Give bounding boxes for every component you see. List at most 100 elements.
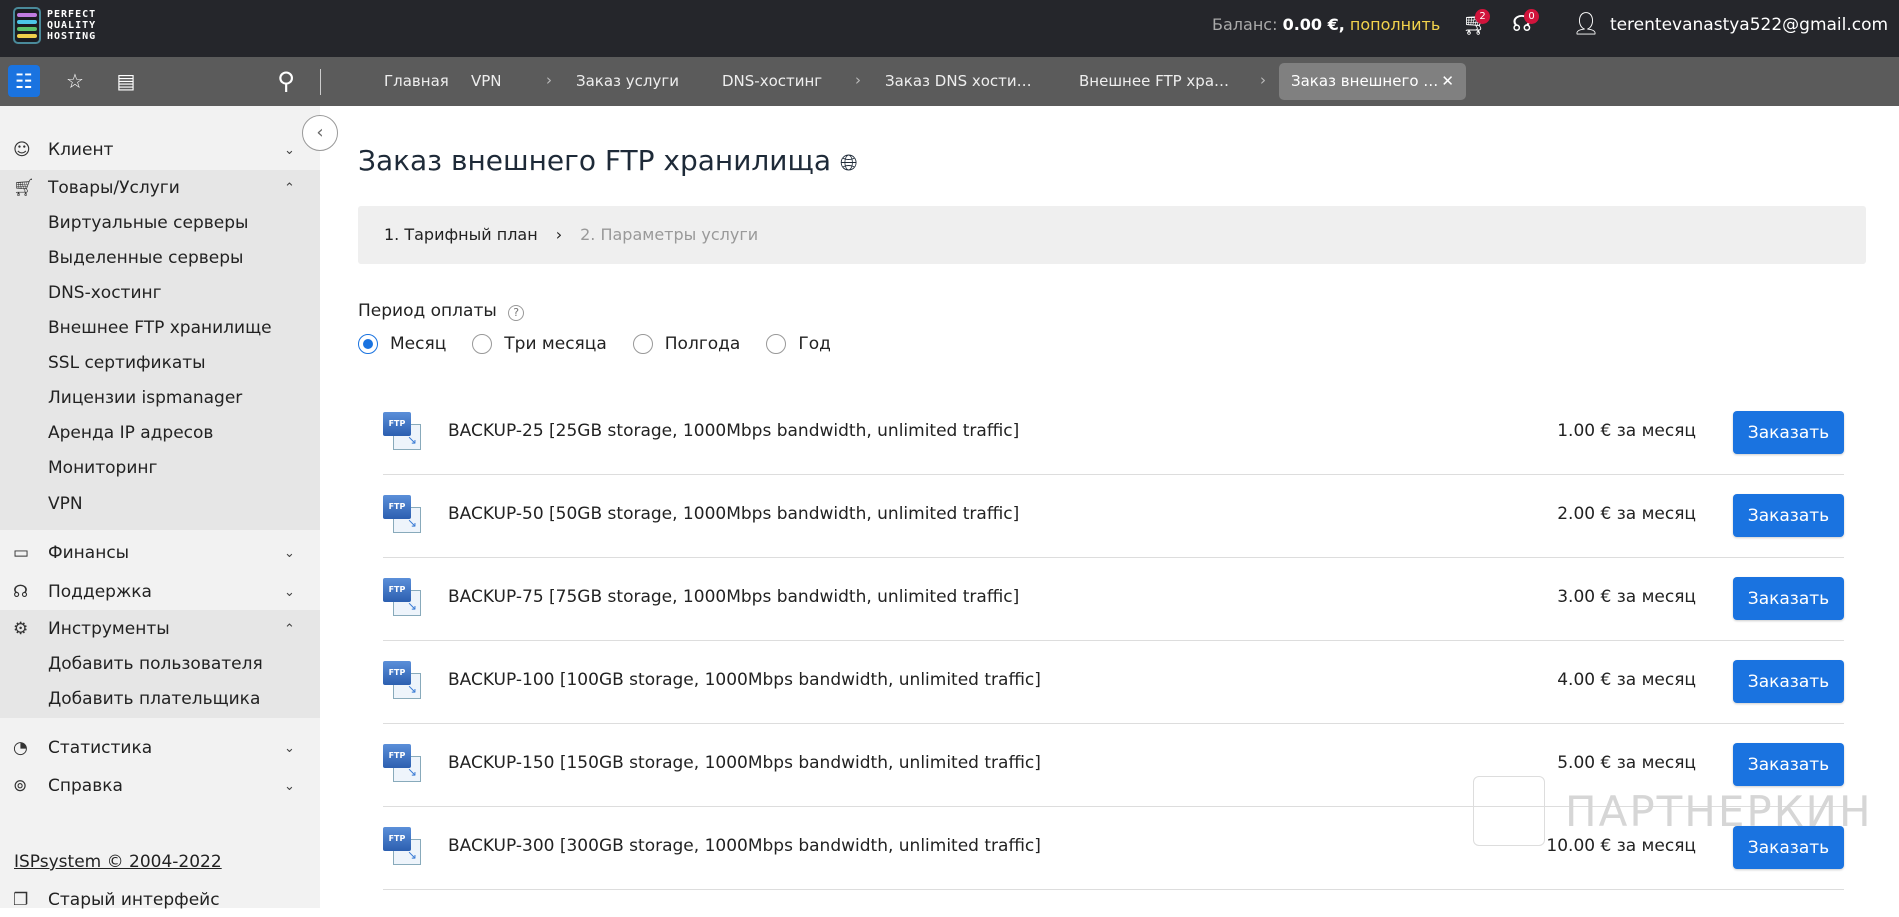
user-menu[interactable]: 👤︎terentevanastya522@gmail.com⌄ [1572,12,1899,37]
sidebar-subitem[interactable]: Лицензии ispmanager [0,381,320,415]
chevron-right-icon: › [546,71,552,89]
ftp-icon: ↘ FTP [383,827,421,865]
plan-row: ↘ FTP BACKUP-25 [25GB storage, 1000Mbps b… [383,392,1844,475]
ftp-icon: ↘ FTP [383,744,421,782]
wizard-steps: 1. Тарифный план › 2. Параметры услуги [358,206,1866,264]
topup-link[interactable]: пополнить [1350,15,1440,34]
toolbar: ☷ ☆ ▤ ⚲ Главная VPN › Заказ услуги DNS-х… [0,57,1899,106]
order-button[interactable]: Заказать [1733,743,1844,786]
chevron-down-icon: ⌄ [284,545,295,561]
chevron-down-icon: ⌄ [284,740,295,756]
ftp-icon: ↘ FTP [383,578,421,616]
page-title: Заказ внешнего FTP хранилища 🌐︎ [358,144,858,177]
logo-text: PERFECT QUALITY HOSTING [47,9,97,42]
logo-icon [13,7,41,44]
old-interface-link[interactable]: ❐ Старый интерфейс [0,883,320,917]
clipboard-icon[interactable]: ▤ [110,65,142,97]
radio-year[interactable]: Год [766,334,831,354]
plan-price: 10.00 € за месяц [1546,836,1696,856]
sidebar-subitem[interactable]: Внешнее FTP хранилище [0,311,320,345]
chevron-down-icon: ⌄ [284,584,295,600]
chevron-right-icon: › [555,225,563,244]
plan-name: BACKUP-50 [50GB storage, 1000Mbps bandwi… [448,504,1020,524]
plan-row: ↘ FTP BACKUP-100 [100GB storage, 1000Mbps… [383,641,1844,724]
order-button[interactable]: Заказать [1733,411,1844,454]
ftp-icon: ↘ FTP [383,661,421,699]
step-1: 1. Тарифный план [384,225,538,244]
headset-icon: ☊ [13,582,29,602]
windows-icon: ❐ [13,890,29,910]
star-icon[interactable]: ☆ [59,65,91,97]
sidebar-subitem[interactable]: Аренда IP адресов [0,416,320,450]
plan-row: ↘ FTP BACKUP-300 [300GB storage, 1000Mbps… [383,807,1844,890]
order-button[interactable]: Заказать [1733,826,1844,869]
sidebar-item-stats[interactable]: ◔ Статистика ⌄ [0,731,320,765]
radio-three-months[interactable]: Три месяца [472,334,607,354]
plan-price: 4.00 € за месяц [1557,670,1696,690]
ftp-icon: ↘ FTP [383,495,421,533]
sidebar-item-finance[interactable]: ▭ Финансы ⌄ [0,536,320,570]
radio-half-year[interactable]: Полгода [632,334,740,354]
gear-icon: ⚙ [13,619,29,639]
plan-name: BACKUP-25 [25GB storage, 1000Mbps bandwi… [448,421,1020,441]
radio-month[interactable]: Месяц [358,334,446,354]
user-icon: ☺ [13,140,31,160]
sidebar-subitem[interactable]: DNS-хостинг [0,276,320,310]
order-button[interactable]: Заказать [1733,577,1844,620]
breadcrumb-vpn[interactable]: VPN [471,72,502,90]
sidebar-item-tools[interactable]: ⚙ Инструменты ⌃ [0,612,320,646]
plan-name: BACKUP-150 [150GB storage, 1000Mbps band… [448,753,1041,773]
plan-name: BACKUP-100 [100GB storage, 1000Mbps band… [448,670,1041,690]
lifebuoy-icon: ⊚ [13,776,28,796]
breadcrumb-order[interactable]: Заказ услуги [576,72,679,90]
globe-icon[interactable]: 🌐︎ [840,151,858,176]
chevron-right-icon: › [855,71,861,89]
plan-row: ↘ FTP BACKUP-50 [50GB storage, 1000Mbps b… [383,475,1844,558]
sidebar-item-products[interactable]: 🛒︎ Товары/Услуги ⌃ [0,171,320,205]
logo[interactable]: PERFECT QUALITY HOSTING [13,7,117,44]
help-icon[interactable]: ? [508,305,525,321]
wallet-icon: ▭ [13,543,30,563]
order-button[interactable]: Заказать [1733,494,1844,537]
search-icon[interactable]: ⚲ [270,65,302,97]
sidebar-subitem[interactable]: Добавить пользователя [0,647,320,681]
top-bar: PERFECT QUALITY HOSTING Баланс: 0.00 €, по… [0,0,1899,57]
support-badge: 0 [1524,9,1539,24]
step-2: 2. Параметры услуги [580,225,759,244]
cart-badge: 2 [1475,9,1490,24]
close-icon[interactable]: ✕ [1441,72,1454,91]
period-label: Период оплаты ? [358,301,525,321]
breadcrumb-dns-order[interactable]: Заказ DNS хости… [885,72,1032,90]
plan-price: 3.00 € за месяц [1557,587,1696,607]
divider [320,69,321,95]
sidebar-subitem[interactable]: Выделенные серверы [0,241,320,275]
period-radio-group: Месяц Три месяца Полгода Год [358,334,831,354]
sidebar-subitem[interactable]: SSL сертификаты [0,346,320,380]
cart-icon: 🛒︎ [13,178,35,198]
plan-price: 1.00 € за месяц [1557,421,1696,441]
chevron-down-icon: ⌄ [284,142,295,158]
menu-tree-icon[interactable]: ☷ [8,65,40,97]
ftp-icon: ↘ FTP [383,412,421,450]
order-button[interactable]: Заказать [1733,660,1844,703]
chevron-up-icon: ⌃ [284,621,295,637]
chevron-right-icon: › [1260,71,1266,89]
sidebar-subitem[interactable]: Виртуальные серверы [0,206,320,240]
sidebar-item-client[interactable]: ☺ Клиент ⌄ [0,133,320,167]
breadcrumb-dns[interactable]: DNS-хостинг [722,72,822,90]
chevron-up-icon: ⌃ [284,180,295,196]
collapse-sidebar-button[interactable]: ‹ [302,115,338,151]
sidebar-subitem[interactable]: Добавить плательщика [0,682,320,716]
sidebar: ☺ Клиент ⌄ 🛒︎ Товары/Услуги ⌃ Виртуальные се… [0,106,320,910]
sidebar-item-support[interactable]: ☊ Поддержка ⌄ [0,575,320,609]
chevron-down-icon: ⌄ [284,778,295,794]
breadcrumb-ftp[interactable]: Внешнее FTP хра… [1079,72,1229,90]
sidebar-item-help[interactable]: ⊚ Справка ⌄ [0,769,320,803]
copyright-link[interactable]: ISPsystem © 2004-2022 [14,852,222,872]
sidebar-subitem[interactable]: VPN [0,487,320,521]
tab-active[interactable]: Заказ внешнего … ✕ [1279,63,1466,100]
breadcrumb-home[interactable]: Главная [384,72,449,90]
plan-name: BACKUP-75 [75GB storage, 1000Mbps bandwi… [448,587,1020,607]
sidebar-subitem[interactable]: Мониторинг [0,451,320,485]
plan-row: ↘ FTP BACKUP-75 [75GB storage, 1000Mbps b… [383,558,1844,641]
